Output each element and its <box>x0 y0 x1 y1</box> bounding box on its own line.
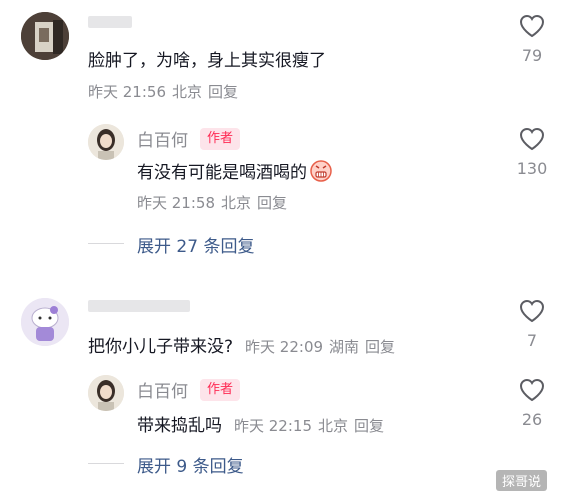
author-badge: 作者 <box>200 127 241 150</box>
like-count: 79 <box>521 46 543 65</box>
reply-header: 白百何 作者 <box>137 126 241 151</box>
reply-text: 带来捣乱吗 <box>137 416 222 436</box>
comment-time: 昨天 21:56 <box>88 83 166 101</box>
reply-button[interactable]: 回复 <box>208 83 238 101</box>
reply-location: 北京 <box>318 417 349 435</box>
reply-text: 有没有可能是喝酒喝的 <box>137 163 307 183</box>
reply-author-name[interactable]: 白百何 <box>137 126 188 151</box>
expand-replies-button[interactable]: 展开 9 条回复 <box>137 452 244 477</box>
author-badge: 作者 <box>200 378 241 401</box>
like-count: 130 <box>516 159 548 178</box>
like-control[interactable]: 79 <box>502 14 562 65</box>
like-control[interactable]: 26 <box>502 378 562 429</box>
like-count: 7 <box>526 331 538 350</box>
heart-outline-icon[interactable] <box>519 378 545 402</box>
reply-author-avatar[interactable] <box>88 124 124 160</box>
comment-location: 湖南 <box>329 338 360 356</box>
expand-divider <box>88 463 124 464</box>
commenter-name-obscured <box>88 16 132 28</box>
expand-replies-button[interactable]: 展开 27 条回复 <box>137 232 254 257</box>
commenter-avatar[interactable] <box>21 12 69 60</box>
like-count: 26 <box>521 410 543 429</box>
reply-meta: 昨天 21:58 北京 回复 <box>137 192 293 213</box>
heart-outline-icon[interactable] <box>519 14 545 38</box>
grimace-face-icon <box>310 159 332 182</box>
expand-divider <box>88 243 124 244</box>
comment-meta: 昨天 21:56 北京 回复 <box>88 81 244 102</box>
comment-item: 脸肿了，为啥，身上其实很瘦了 昨天 21:56 北京 回复 79 白百何 作者 有没… <box>0 0 571 270</box>
reply-location: 北京 <box>221 194 252 212</box>
commenter-avatar[interactable] <box>21 298 69 346</box>
like-control[interactable]: 130 <box>502 127 562 178</box>
like-control[interactable]: 7 <box>502 299 562 350</box>
comment-text: 脸肿了，为啥，身上其实很瘦了 <box>88 51 326 71</box>
comment-meta: 昨天 22:09 湖南 回复 <box>245 336 401 357</box>
commenter-name-obscured <box>88 300 190 312</box>
reply-line: 带来捣乱吗 昨天 22:15 北京 回复 <box>137 411 390 436</box>
reply-text-row: 有没有可能是喝酒喝的 <box>137 158 332 183</box>
reply-author-name[interactable]: 白百何 <box>137 377 188 402</box>
comment-text: 把你小儿子带来没? <box>88 337 234 357</box>
reply-time: 昨天 21:58 <box>137 194 215 212</box>
comment-line: 把你小儿子带来没? 昨天 22:09 湖南 回复 <box>88 332 401 357</box>
reply-header: 白百何 作者 <box>137 377 241 402</box>
watermark: 探哥说 <box>496 470 548 491</box>
reply-author-avatar[interactable] <box>88 375 124 411</box>
reply-time: 昨天 22:15 <box>234 417 312 435</box>
reply-button[interactable]: 回复 <box>354 417 384 435</box>
reply-button[interactable]: 回复 <box>257 194 287 212</box>
reply-button[interactable]: 回复 <box>365 338 395 356</box>
heart-outline-icon[interactable] <box>519 127 545 151</box>
comment-time: 昨天 22:09 <box>245 338 324 356</box>
reply-meta: 昨天 22:15 北京 回复 <box>234 415 390 436</box>
comment-location: 北京 <box>172 83 203 101</box>
heart-outline-icon[interactable] <box>519 299 545 323</box>
